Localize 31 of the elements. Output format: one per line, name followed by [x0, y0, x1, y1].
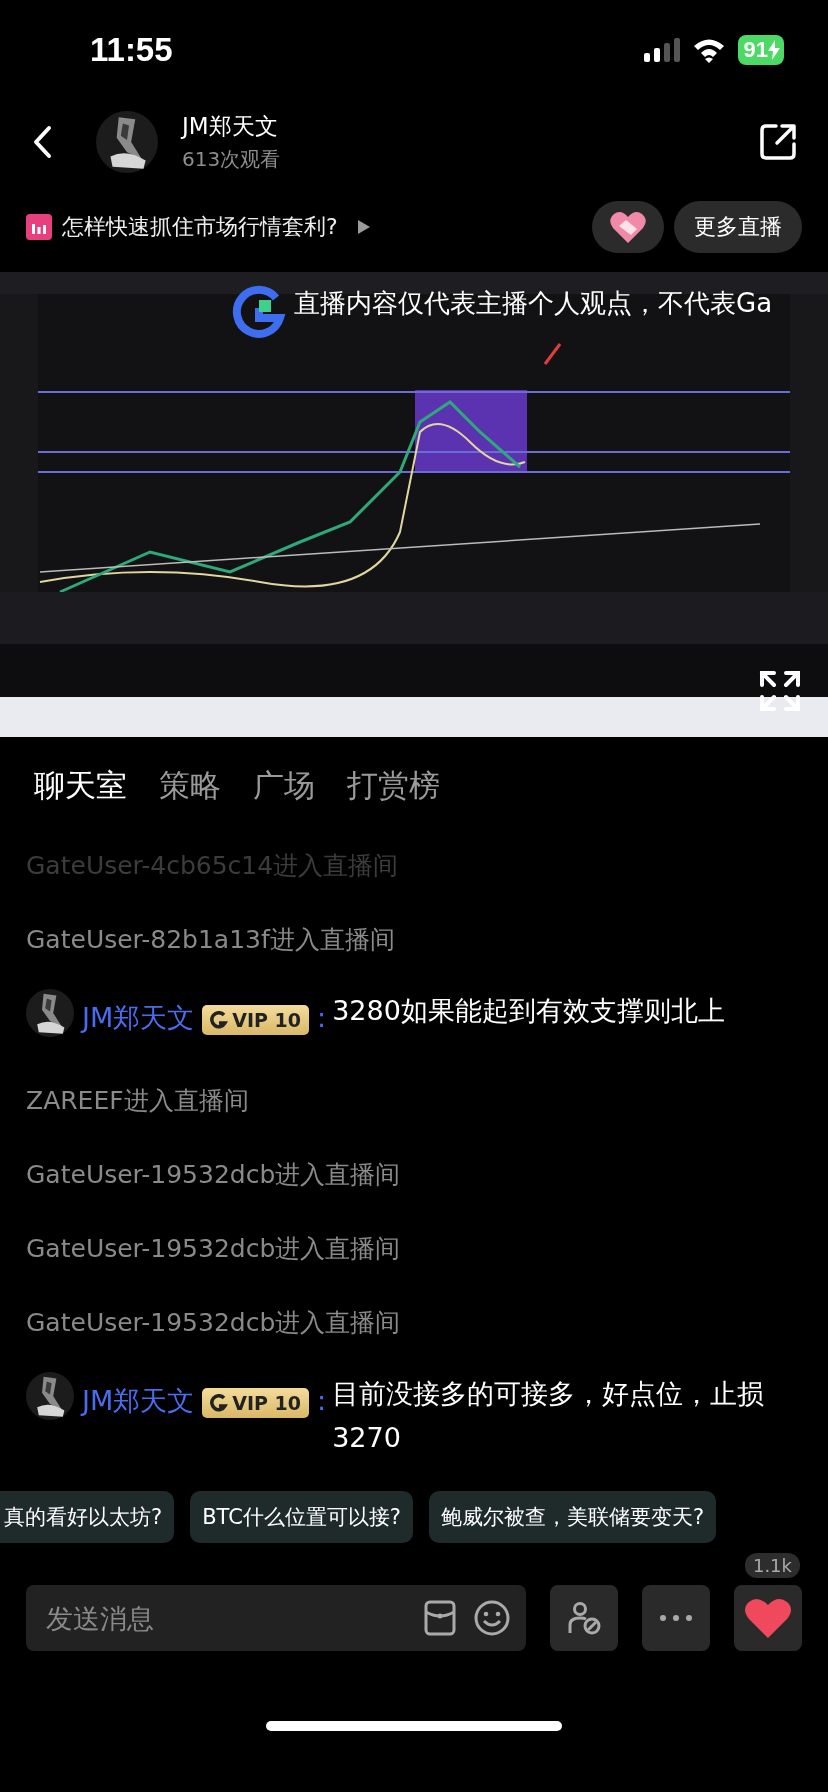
message-input[interactable]: 发送消息	[44, 1601, 406, 1635]
question-chip[interactable]: BTC什么位置可以接?	[190, 1491, 413, 1543]
question-chip[interactable]: 鲍威尔被查，美联储要变天?	[429, 1491, 717, 1543]
topic-title: 怎样快速抓住市场行情套利?	[62, 213, 338, 241]
tab[interactable]: 策略	[159, 765, 221, 807]
streamer-name: JM郑天文	[182, 112, 279, 141]
join-message: GateUser-19532dcb进入直播间	[26, 1307, 401, 1339]
separator: :	[317, 1385, 327, 1416]
separator: :	[317, 1002, 327, 1033]
vip-badge: VIP 10	[202, 1004, 310, 1035]
tab[interactable]: 打赏榜	[347, 765, 440, 807]
like-count: 1.1k	[744, 1553, 800, 1578]
chat-message: 目前没接多的可接多，好点位，止损3270	[332, 1377, 766, 1455]
user-name[interactable]: JM郑天文	[82, 1385, 195, 1416]
join-message: ZAREEF进入直播间	[26, 1085, 249, 1117]
join-message: GateUser-82b1a13f进入直播间	[26, 924, 395, 956]
vip-badge: VIP 10	[202, 1387, 310, 1418]
disclaimer-text: 直播内容仅代表主播个人观点，不代表Ga	[294, 287, 773, 320]
join-message: GateUser-19532dcb进入直播间	[26, 1233, 401, 1265]
chat-message: 3280如果能起到有效支撑则北上	[332, 994, 725, 1028]
clock: 11:55	[90, 31, 174, 69]
battery-indicator: 91	[737, 35, 784, 65]
tab[interactable]: 聊天室	[34, 765, 127, 807]
user-name[interactable]: JM郑天文	[82, 1002, 195, 1033]
join-message: GateUser-4cb65c14进入直播间	[26, 850, 399, 882]
message-field[interactable]: 发送消息	[26, 1585, 526, 1651]
tab[interactable]: 广场	[253, 765, 315, 807]
more-live-button[interactable]: 更多直播	[674, 201, 802, 253]
question-chip[interactable]: 真的看好以太坊?	[0, 1491, 175, 1543]
view-count: 613次观看	[182, 146, 282, 173]
join-message: GateUser-19532dcb进入直播间	[26, 1159, 401, 1191]
